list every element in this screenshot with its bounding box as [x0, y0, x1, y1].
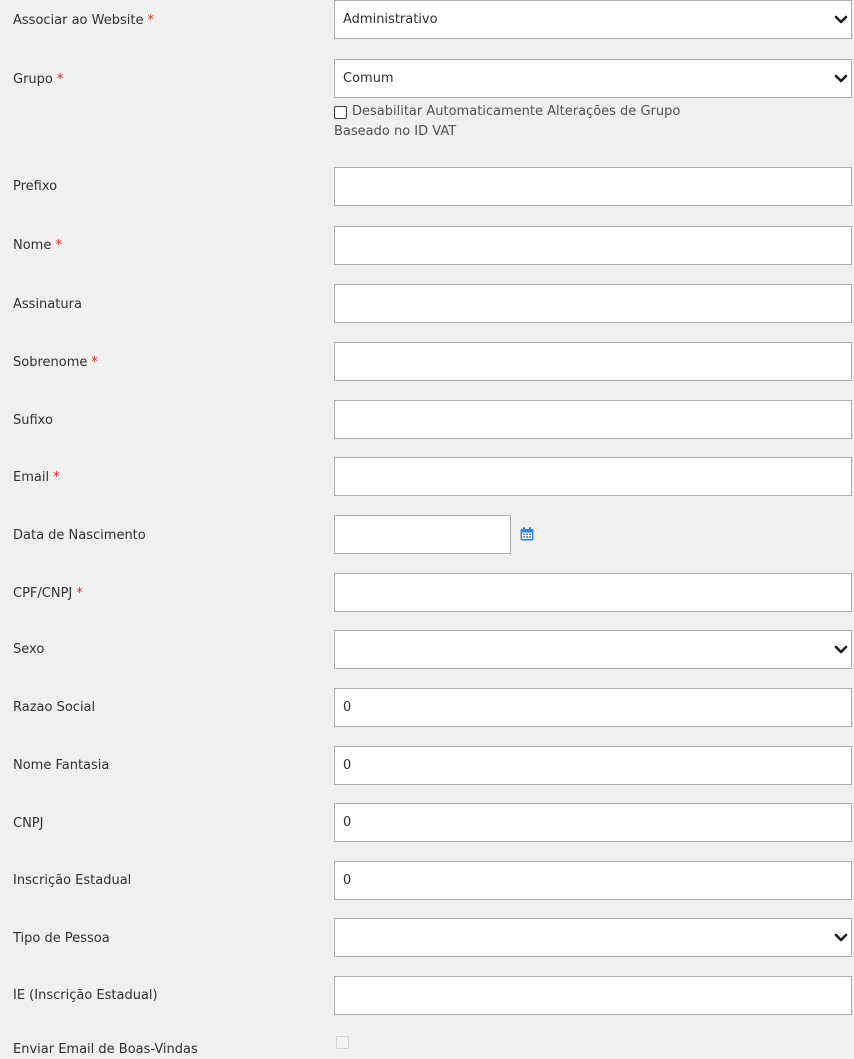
email-label: Email *	[13, 470, 60, 485]
required-marker: *	[56, 72, 64, 87]
inscricao-estadual-label: Inscrição Estadual	[13, 873, 132, 888]
razao-social-label: Razao Social	[13, 700, 96, 715]
prefix-label: Prefixo	[13, 179, 58, 194]
firstname-label: Nome *	[13, 238, 62, 253]
chevron-down-icon	[834, 15, 848, 24]
dob-input[interactable]	[334, 515, 511, 554]
group-select[interactable]: Comum	[334, 59, 852, 98]
ie-input[interactable]	[334, 976, 852, 1015]
disable-group-change-text-line2: Baseado no ID VAT	[334, 124, 457, 139]
taxvat-label: CPF/CNPJ *	[13, 586, 83, 601]
cnpj-input[interactable]	[334, 803, 852, 842]
chevron-down-icon	[834, 645, 848, 654]
lastname-label: Sobrenome *	[13, 355, 98, 370]
chevron-down-icon	[834, 933, 848, 942]
required-marker: *	[53, 470, 60, 485]
required-marker: *	[91, 355, 98, 370]
website-select-value: Administrativo	[343, 12, 438, 27]
required-marker: *	[147, 13, 154, 28]
website-label: Associar ao Website *	[13, 13, 154, 28]
welcome-email-label: Enviar Email de Boas-Vindas	[13, 1042, 198, 1057]
customer-account-form: Associar ao Website * Administrativo Grup…	[0, 0, 854, 1059]
suffix-input[interactable]	[334, 400, 852, 439]
calendar-icon[interactable]	[519, 526, 535, 542]
tipo-pessoa-label: Tipo de Pessoa	[13, 931, 110, 946]
cnpj-label: CNPJ	[13, 816, 44, 831]
tipo-pessoa-select[interactable]	[334, 918, 852, 957]
suffix-label: Sufixo	[13, 413, 53, 428]
chevron-down-icon	[834, 74, 848, 83]
required-marker: *	[55, 238, 62, 253]
disable-group-change-text: Desabilitar Automaticamente Alterações d…	[352, 104, 681, 119]
firstname-input[interactable]	[334, 226, 852, 265]
nome-fantasia-input[interactable]	[334, 746, 852, 785]
group-select-value: Comum	[343, 71, 394, 86]
disable-group-change-checkbox[interactable]	[334, 106, 347, 119]
website-select[interactable]: Administrativo	[334, 0, 852, 39]
razao-social-input[interactable]	[334, 688, 852, 727]
prefix-input[interactable]	[334, 167, 852, 206]
lastname-input[interactable]	[334, 342, 852, 381]
signature-label: Assinatura	[13, 297, 82, 312]
gender-label: Sexo	[13, 642, 45, 657]
ie-label: IE (Inscrição Estadual)	[13, 988, 158, 1003]
gender-select[interactable]	[334, 630, 852, 669]
email-input[interactable]	[334, 457, 852, 496]
nome-fantasia-label: Nome Fantasia	[13, 758, 110, 773]
inscricao-estadual-input[interactable]	[334, 861, 852, 900]
dob-label: Data de Nascimento	[13, 528, 146, 543]
group-label: Grupo *	[13, 72, 64, 87]
required-marker: *	[76, 586, 83, 601]
welcome-email-checkbox[interactable]	[336, 1036, 349, 1049]
taxvat-input[interactable]	[334, 573, 852, 612]
signature-input[interactable]	[334, 284, 852, 323]
